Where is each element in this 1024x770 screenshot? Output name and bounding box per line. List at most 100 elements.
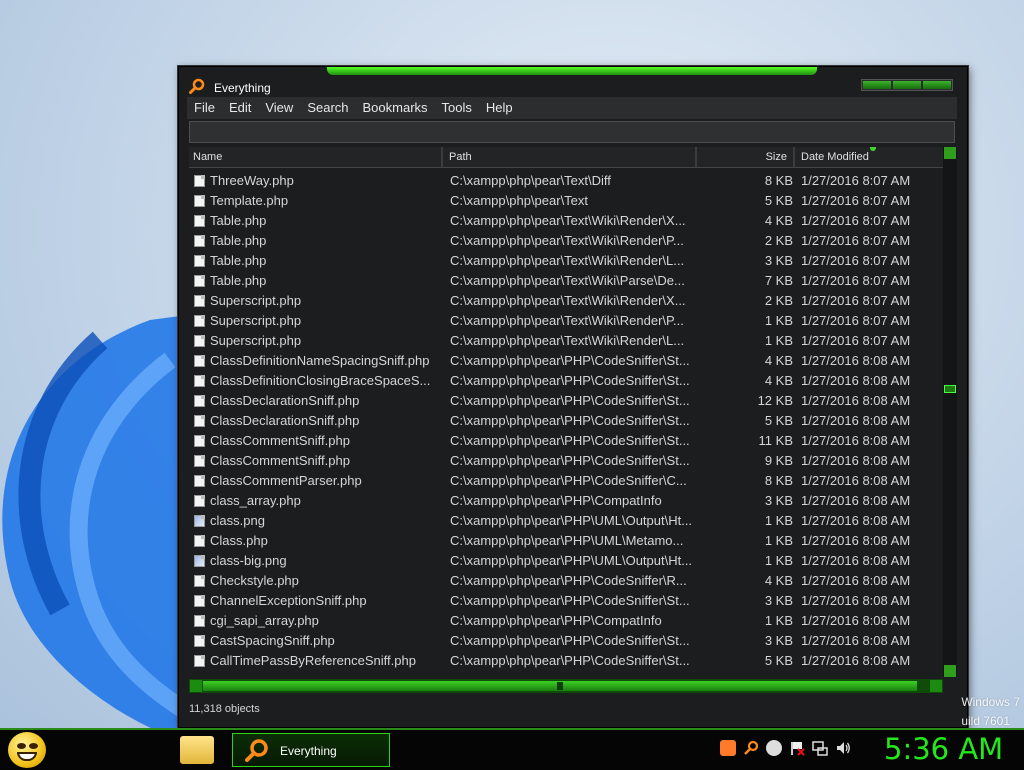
table-row[interactable]: CastSpacingSniff.php C:\xampp\php\pear\PH… bbox=[189, 631, 943, 651]
cell-size: 8 KB bbox=[764, 173, 793, 188]
table-row[interactable]: ClassCommentParser.php C:\xampp\php\pear\… bbox=[189, 471, 943, 491]
column-header-name[interactable]: Name bbox=[189, 147, 443, 167]
scroll-left-button[interactable] bbox=[190, 680, 202, 692]
cell-date: 1/27/2016 8:08 AM bbox=[801, 433, 911, 448]
scroll-right-button[interactable] bbox=[930, 680, 942, 692]
menu-help[interactable]: Help bbox=[479, 97, 520, 119]
maximize-button[interactable] bbox=[893, 81, 921, 89]
table-row[interactable]: Table.php C:\xampp\php\pear\Text\Wiki\Ren… bbox=[189, 251, 943, 271]
table-row[interactable]: class_array.php C:\xampp\php\pear\PHP\Com… bbox=[189, 491, 943, 511]
tray-app-icon[interactable] bbox=[720, 740, 736, 756]
table-row[interactable]: Template.php C:\xampp\php\pear\Text 5 KB 1/… bbox=[189, 191, 943, 211]
cell-date: 1/27/2016 8:07 AM bbox=[801, 233, 911, 248]
table-row[interactable]: Class.php C:\xampp\php\pear\PHP\UML\Metam… bbox=[189, 531, 943, 551]
horizontal-scrollbar[interactable] bbox=[189, 679, 943, 693]
cell-size: 5 KB bbox=[764, 653, 793, 668]
cell-path: C:\xampp\php\pear\Text\Wiki\Render\L... bbox=[450, 333, 685, 348]
cell-path: C:\xampp\php\pear\Text\Wiki\Parse\De... bbox=[450, 273, 685, 288]
vertical-scrollbar[interactable] bbox=[943, 147, 957, 677]
title-bar[interactable]: Everything bbox=[179, 75, 967, 99]
cell-size: 9 KB bbox=[764, 453, 793, 468]
table-row[interactable]: Superscript.php C:\xampp\php\pear\Text\Wi… bbox=[189, 291, 943, 311]
minimize-button[interactable] bbox=[863, 81, 891, 89]
search-input[interactable] bbox=[189, 121, 955, 143]
table-row[interactable]: Superscript.php C:\xampp\php\pear\Text\Wi… bbox=[189, 331, 943, 351]
cell-path: C:\xampp\php\pear\PHP\CodeSniffer\St... bbox=[450, 433, 690, 448]
cell-name: Template.php bbox=[210, 193, 289, 208]
scroll-up-button[interactable] bbox=[944, 147, 956, 159]
table-row[interactable]: ClassCommentSniff.php C:\xampp\php\pear\P… bbox=[189, 431, 943, 451]
cell-path: C:\xampp\php\pear\Text\Wiki\Render\P... bbox=[450, 313, 684, 328]
image-file-icon bbox=[194, 515, 205, 527]
table-row[interactable]: class.png C:\xampp\php\pear\PHP\UML\Outpu… bbox=[189, 511, 943, 531]
cell-size: 7 KB bbox=[764, 273, 793, 288]
menu-edit[interactable]: Edit bbox=[222, 97, 258, 119]
cell-size: 12 KB bbox=[757, 393, 793, 408]
tray-flag-icon[interactable] bbox=[789, 740, 805, 756]
vertical-scroll-thumb[interactable] bbox=[944, 385, 956, 393]
table-row[interactable]: Superscript.php C:\xampp\php\pear\Text\Wi… bbox=[189, 311, 943, 331]
clock[interactable]: 5:36 AM bbox=[884, 732, 1003, 766]
menu-view[interactable]: View bbox=[258, 97, 300, 119]
column-header-size[interactable]: Size bbox=[699, 147, 795, 167]
cell-date: 1/27/2016 8:08 AM bbox=[801, 613, 911, 628]
cell-name: cgi_sapi_array.php bbox=[210, 613, 319, 628]
tray-volume-icon[interactable] bbox=[835, 740, 851, 756]
taskbar-item-everything[interactable]: Everything bbox=[232, 733, 390, 767]
cell-name: Superscript.php bbox=[210, 333, 302, 348]
table-row[interactable]: ClassDeclarationSniff.php C:\xampp\php\pe… bbox=[189, 391, 943, 411]
table-row[interactable]: ClassDefinitionNameSpacingSniff.php C:\xa… bbox=[189, 351, 943, 371]
column-header-row: Name Path Size Date Modified bbox=[189, 147, 943, 168]
menu-tools[interactable]: Tools bbox=[435, 97, 479, 119]
table-row[interactable]: Table.php C:\xampp\php\pear\Text\Wiki\Ren… bbox=[189, 211, 943, 231]
cell-size: 3 KB bbox=[764, 253, 793, 268]
menu-search[interactable]: Search bbox=[300, 97, 355, 119]
table-row[interactable]: CallTimePassByReferenceSniff.php C:\xampp… bbox=[189, 651, 943, 671]
file-icon bbox=[194, 295, 205, 307]
folder-icon[interactable] bbox=[180, 736, 214, 764]
file-icon bbox=[194, 235, 205, 247]
start-eye-left-icon bbox=[17, 743, 26, 749]
scroll-down-button[interactable] bbox=[944, 665, 956, 677]
menu-bookmarks[interactable]: Bookmarks bbox=[356, 97, 435, 119]
watermark-line-1: Windows 7 bbox=[961, 695, 1020, 709]
table-row[interactable]: ChannelExceptionSniff.php C:\xampp\php\pe… bbox=[189, 591, 943, 611]
table-row[interactable]: ClassDefinitionClosingBraceSpaceS... C:\x… bbox=[189, 371, 943, 391]
file-icon bbox=[194, 435, 205, 447]
cell-name: Class.php bbox=[210, 533, 268, 548]
cell-name: ClassCommentParser.php bbox=[210, 473, 362, 488]
cell-date: 1/27/2016 8:08 AM bbox=[801, 393, 911, 408]
cell-name: CallTimePassByReferenceSniff.php bbox=[210, 653, 416, 668]
taskbar-item-label: Everything bbox=[280, 744, 337, 758]
table-row[interactable]: cgi_sapi_array.php C:\xampp\php\pear\PHP\… bbox=[189, 611, 943, 631]
cell-name: Checkstyle.php bbox=[210, 573, 299, 588]
table-row[interactable]: ThreeWay.php C:\xampp\php\pear\Text\Diff 8… bbox=[189, 171, 943, 191]
file-icon bbox=[194, 415, 205, 427]
start-button[interactable] bbox=[8, 732, 46, 768]
cell-path: C:\xampp\php\pear\Text\Wiki\Render\L... bbox=[450, 253, 685, 268]
results-list: Name Path Size Date Modified ThreeWay.ph… bbox=[189, 147, 943, 677]
table-row[interactable]: ClassCommentSniff.php C:\xampp\php\pear\P… bbox=[189, 451, 943, 471]
tray-search-icon[interactable] bbox=[743, 740, 759, 756]
table-row[interactable]: class-big.png C:\xampp\php\pear\PHP\UML\O… bbox=[189, 551, 943, 571]
column-header-path[interactable]: Path bbox=[445, 147, 697, 167]
table-row[interactable]: Checkstyle.php C:\xampp\php\pear\PHP\Code… bbox=[189, 571, 943, 591]
cell-size: 5 KB bbox=[764, 413, 793, 428]
cell-date: 1/27/2016 8:07 AM bbox=[801, 273, 911, 288]
magnifier-icon bbox=[245, 739, 268, 762]
file-icon bbox=[194, 375, 205, 387]
file-icon bbox=[194, 535, 205, 547]
cell-size: 3 KB bbox=[764, 593, 793, 608]
table-row[interactable]: ClassDeclarationSniff.php C:\xampp\php\pe… bbox=[189, 411, 943, 431]
cell-date: 1/27/2016 8:07 AM bbox=[801, 253, 911, 268]
tray-network-icon[interactable] bbox=[812, 740, 828, 756]
cell-name: ClassCommentSniff.php bbox=[210, 453, 350, 468]
cell-size: 1 KB bbox=[764, 553, 793, 568]
table-row[interactable]: Table.php C:\xampp\php\pear\Text\Wiki\Ren… bbox=[189, 231, 943, 251]
close-button[interactable] bbox=[923, 81, 951, 89]
table-row[interactable]: Table.php C:\xampp\php\pear\Text\Wiki\Par… bbox=[189, 271, 943, 291]
menu-file[interactable]: File bbox=[187, 97, 222, 119]
tray-messenger-icon[interactable] bbox=[766, 740, 782, 756]
scroll-grip-icon bbox=[557, 682, 563, 690]
file-icon bbox=[194, 335, 205, 347]
